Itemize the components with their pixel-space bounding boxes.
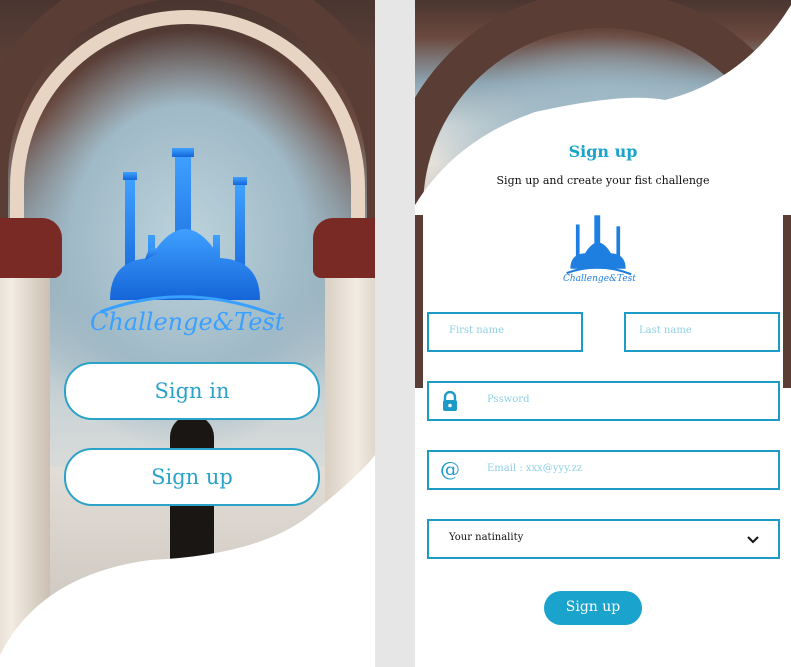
first-name-placeholder: First name	[449, 325, 505, 336]
welcome-screen: Challenge&Test Sign in Sign up	[0, 0, 375, 667]
page-subtitle: Sign up and create your fist challenge	[496, 174, 710, 187]
password-placeholder: Pssword	[487, 394, 530, 405]
submit-signup-button[interactable]: Sign up	[544, 591, 642, 625]
first-name-field[interactable]: First name	[427, 312, 583, 352]
last-name-placeholder: Last name	[639, 325, 692, 336]
welcome-logo: Challenge&Test	[90, 140, 285, 350]
email-placeholder: Email : xxx@yyy.zz	[487, 463, 583, 474]
page-title: Sign up	[568, 142, 638, 161]
logo-wordmark: Challenge&Test	[563, 274, 636, 284]
mosque-logo-icon	[99, 148, 276, 317]
mosque-logo-icon	[566, 215, 632, 276]
chevron-down-icon	[746, 532, 760, 551]
logo-wordmark: Challenge&Test	[90, 308, 285, 336]
signup-screen: Sign up Sign up and create your fist cha…	[415, 0, 791, 667]
password-field[interactable]: Pssword	[427, 381, 780, 421]
signup-logo: Challenge&Test	[563, 208, 636, 290]
at-sign-icon: @	[440, 457, 460, 481]
nationality-label: Your natinality	[449, 532, 524, 543]
nationality-select[interactable]: Your natinality	[427, 519, 780, 559]
sign-in-button[interactable]: Sign in	[64, 362, 320, 420]
email-field[interactable]: @ Email : xxx@yyy.zz	[427, 450, 780, 490]
last-name-field[interactable]: Last name	[624, 312, 780, 352]
lock-icon	[441, 390, 459, 415]
bottom-wave	[0, 455, 375, 667]
